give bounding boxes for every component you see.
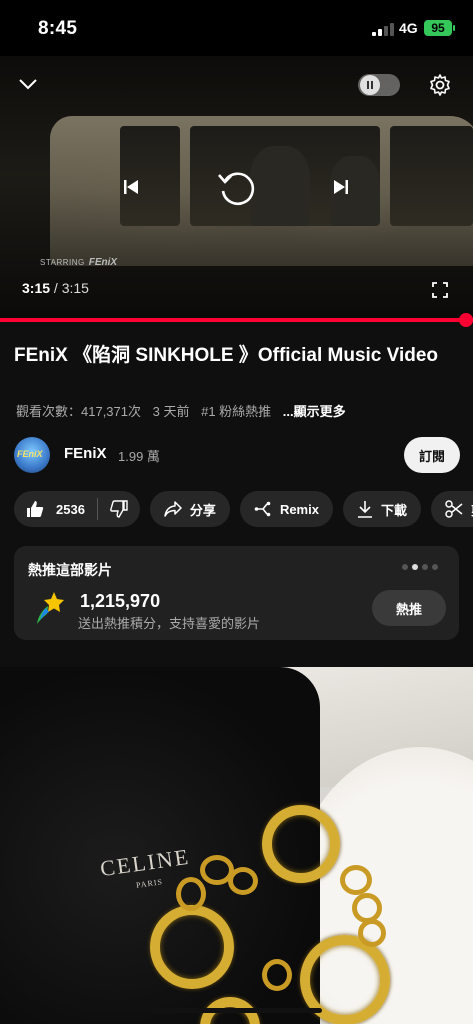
timecode: 3:15 / 3:15 [22,280,89,296]
carousel-dot [422,564,428,570]
skip-previous-icon [124,180,138,194]
progress-scrubber[interactable] [459,313,473,327]
bracelet-link [352,893,382,923]
replay-icon [218,172,255,206]
time-separator: / [53,280,58,296]
bracelet-link [176,877,206,911]
replay-button[interactable] [212,164,260,212]
like-dislike-group: 2536 [14,491,140,527]
current-time: 3:15 [22,280,51,296]
subscriber-count: 1.99 萬 [118,449,160,464]
carousel-dot [432,564,438,570]
remix-button[interactable]: Remix [239,491,333,527]
view-count: 觀看次數：417,371次 [16,404,141,419]
bracelet-ring [262,805,340,883]
status-bar: 8:45 4G 95 [0,0,473,56]
trending-badge: #1 粉絲熱推 [201,404,272,419]
hype-button[interactable]: 熱推 [372,590,446,626]
hype-description: 送出熱推積分，支持喜愛的影片 [78,616,261,631]
channel-row: FEniX FEniX 1.99 萬 訂閱 [14,436,460,474]
show-more-link[interactable]: ...顯示更多 [283,404,346,419]
network-type: 4G [399,20,418,36]
like-count[interactable]: 2536 [56,502,85,517]
battery-indicator: 95 [424,20,455,36]
share-button[interactable]: 分享 [149,491,230,527]
bracelet-link [340,865,372,895]
fullscreen-button[interactable] [430,280,450,300]
avatar-logo-text: FEniX [17,449,43,459]
settings-button[interactable] [425,70,455,100]
like-divider [96,498,98,520]
next-video-button[interactable] [326,172,356,202]
hype-points-count: 1,215,970 [80,591,161,611]
hype-star-icon [37,592,64,624]
video-starring-overlay: STARRING FEniX [40,257,117,268]
bracelet-link [262,959,292,991]
starring-label: STARRING [40,258,85,267]
carousel-dot [402,564,408,570]
home-indicator [152,1008,322,1013]
skip-next-icon [334,180,348,194]
chevron-down-icon [19,79,37,90]
fullscreen-icon [432,282,448,298]
status-time: 8:45 [38,18,78,39]
video-meta[interactable]: 觀看次數：417,371次 3 天前 #1 粉絲熱推 ...顯示更多 [16,401,354,420]
bracelet-link [358,919,386,947]
share-label: 分享 [189,502,216,518]
download-icon [357,501,372,518]
video-frame-window [390,126,473,226]
duration: 3:15 [61,280,89,296]
carousel-dot-active [412,564,418,570]
section-divider [0,656,473,667]
collapse-player-button[interactable] [14,70,42,98]
upload-age: 3 天前 [152,404,190,419]
previous-video-button[interactable] [116,172,146,202]
starring-name: FEniX [88,257,118,268]
thumb-down-icon[interactable] [110,500,128,518]
subscribe-button[interactable]: 訂閱 [404,437,460,473]
next-video-thumbnail[interactable]: CELINE PARIS [0,667,473,1024]
video-player[interactable]: STARRING FEniX 3:15 / 3:15 [0,56,473,318]
hype-card: 熱推這部影片 1,215,970 送出熱推積分，支持喜愛的影片 熱推 [14,546,459,640]
share-icon [164,501,182,517]
download-button[interactable]: 下載 [342,491,421,527]
scissors-icon [445,500,463,518]
clip-button[interactable]: 剪 [430,491,473,527]
video-title[interactable]: FEniX 《陷洞 SINKHOLE 》Official Music Video [14,344,454,368]
autoplay-toggle[interactable] [358,74,400,96]
thumb-up-icon[interactable] [26,500,44,518]
channel-avatar[interactable]: FEniX [14,437,50,473]
progress-bar[interactable] [0,318,473,322]
channel-name[interactable]: FEniX [64,445,107,462]
bracelet-ring [150,905,234,989]
pause-icon [360,75,380,95]
hype-card-title: 熱推這部影片 [28,562,112,578]
gear-icon [430,74,450,96]
carousel-dots[interactable] [402,564,438,570]
remix-label: Remix [279,501,319,517]
cellular-signal-icon [372,22,394,36]
bracelet-link [228,867,258,895]
remix-icon [254,501,271,517]
download-label: 下載 [380,502,407,518]
action-bar: 2536 分享 Remix 下載 剪 [14,491,473,527]
